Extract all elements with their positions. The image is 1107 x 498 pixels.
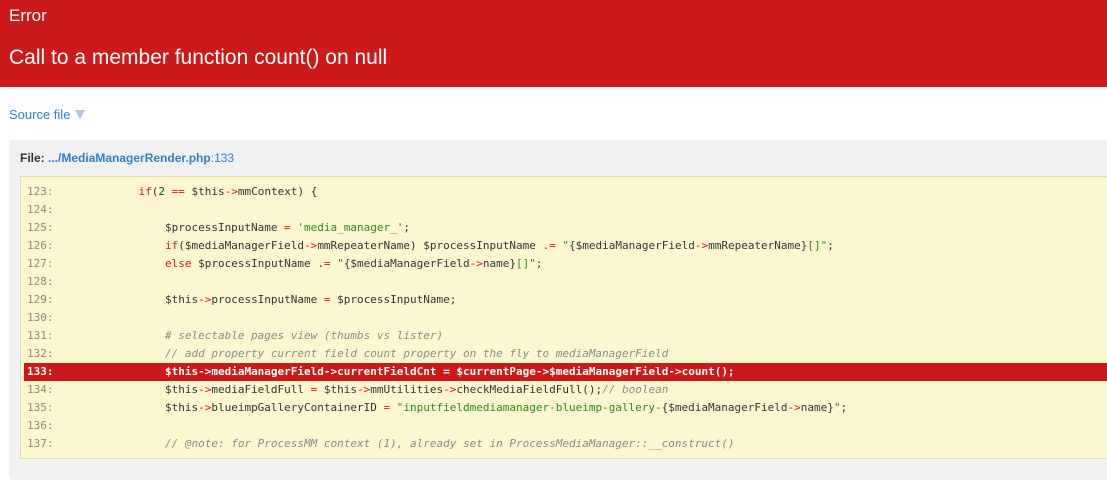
code-line: 125: $processInputName = 'media_manager_… bbox=[24, 219, 1107, 237]
code-text: $this->processInputName = $processInputN… bbox=[59, 293, 457, 306]
code-line: 126: if($mediaManagerField->mmRepeaterNa… bbox=[24, 237, 1107, 255]
code-text: // add property current field count prop… bbox=[164, 347, 669, 360]
line-number: 134: bbox=[27, 383, 54, 396]
code-text: $this->blueimpGalleryContainerID = "inpu… bbox=[59, 401, 848, 414]
error-banner: Error Call to a member function count() … bbox=[0, 0, 1107, 87]
line-number: 137: bbox=[27, 437, 54, 450]
line-number: 130: bbox=[27, 311, 54, 324]
code-line: 135: $this->blueimpGalleryContainerID = … bbox=[24, 399, 1107, 417]
code-text: // @note: for ProcessMM context (1), alr… bbox=[164, 437, 735, 450]
code-line: 136: bbox=[24, 417, 1107, 435]
line-number: 129: bbox=[27, 293, 54, 306]
line-number: 124: bbox=[27, 203, 54, 216]
line-number: 125: bbox=[27, 221, 54, 234]
code-line: 132: // add property current field count… bbox=[24, 345, 1107, 363]
line-number: 126: bbox=[27, 239, 54, 252]
file-label: File: bbox=[20, 151, 45, 165]
line-number: 128: bbox=[27, 275, 54, 288]
file-line-number: 133 bbox=[214, 151, 235, 165]
line-number: 133: bbox=[27, 365, 54, 378]
code-text: else $processInputName .= "{$mediaManage… bbox=[164, 257, 543, 270]
source-file-toggle[interactable]: Source file bbox=[9, 107, 86, 123]
code-line: 124: bbox=[24, 201, 1107, 219]
source-file-panel: File: .../MediaManagerRender.php:133 123… bbox=[9, 140, 1107, 480]
code-line: 123: if(2 == $this->mmContext) { bbox=[24, 183, 1107, 201]
code-text: $processInputName = 'media_manager_'; bbox=[59, 221, 411, 234]
line-number: 136: bbox=[27, 419, 54, 432]
line-number: 135: bbox=[27, 401, 54, 414]
code-listing: 123: if(2 == $this->mmContext) { 124: 125:… bbox=[20, 176, 1107, 459]
code-line: 129: $this->processInputName = $processI… bbox=[24, 291, 1107, 309]
file-header: File: .../MediaManagerRender.php:133 bbox=[20, 150, 234, 166]
line-number: 127: bbox=[27, 257, 54, 270]
code-text: $this->mediaFieldFull = $this->mmUtiliti… bbox=[59, 383, 669, 396]
code-text: $this->mediaManagerField->currentFieldCn… bbox=[59, 365, 735, 378]
code-text: # selectable pages view (thumbs vs liste… bbox=[164, 329, 444, 342]
line-number: 123: bbox=[27, 185, 54, 198]
code-text: if($mediaManagerField->mmRepeaterName) $… bbox=[164, 239, 834, 252]
code-line: 134: $this->mediaFieldFull = $this->mmUt… bbox=[24, 381, 1107, 399]
code-line: 128: bbox=[24, 273, 1107, 291]
code-text: if(2 == $this->mmContext) { bbox=[138, 185, 318, 198]
error-type: Error bbox=[9, 6, 47, 25]
caret-down-icon bbox=[75, 110, 86, 119]
code-line: 137: // @note: for ProcessMM context (1)… bbox=[24, 435, 1107, 453]
code-line: 130: bbox=[24, 309, 1107, 327]
line-number: 131: bbox=[27, 329, 54, 342]
code-lines: 123: if(2 == $this->mmContext) { 124: 125:… bbox=[24, 183, 1107, 453]
code-line: 127: else $processInputName .= "{$mediaM… bbox=[24, 255, 1107, 273]
file-path-link[interactable]: .../MediaManagerRender.php bbox=[48, 151, 211, 165]
code-line: 131: # selectable pages view (thumbs vs … bbox=[24, 327, 1107, 345]
source-file-label: Source file bbox=[9, 107, 71, 122]
line-number: 132: bbox=[27, 347, 54, 360]
error-message: Call to a member function count() on nul… bbox=[9, 46, 388, 69]
code-line: 133: $this->mediaManagerField->currentFi… bbox=[24, 363, 1107, 381]
